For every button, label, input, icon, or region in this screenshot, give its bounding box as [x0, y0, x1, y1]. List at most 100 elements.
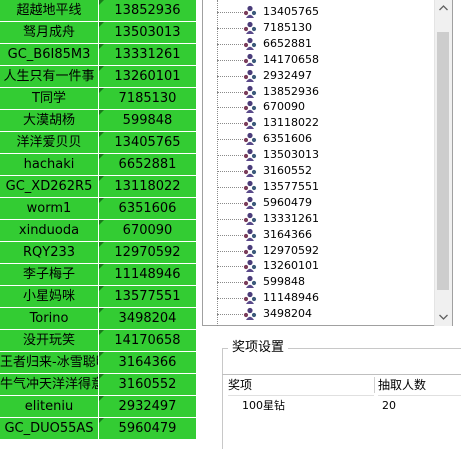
participant-name-cell[interactable]: eliteniu — [0, 396, 99, 417]
participant-name-cell[interactable]: RQY233 — [0, 242, 99, 263]
user-group-icon — [243, 212, 257, 225]
tree-item[interactable]: 13503013 — [203, 147, 435, 163]
participant-id-cell[interactable]: 5960479 — [99, 418, 196, 439]
grid-row[interactable]: 大漠胡杨 599848 — [0, 110, 200, 132]
grid-row[interactable]: 驽月成舟 13503013 — [0, 22, 200, 44]
scrollbar-thumb[interactable] — [437, 32, 449, 290]
tree-item[interactable]: 7185130 — [203, 20, 435, 36]
grid-row[interactable]: GC_DUO55AS 5960479 — [0, 418, 200, 440]
tree-item[interactable]: 13577551 — [203, 179, 435, 195]
participant-id-cell[interactable]: 11148946 — [99, 264, 196, 285]
column-header-count[interactable]: 抽取人数 — [378, 375, 461, 396]
tree-item[interactable]: 3164366 — [203, 227, 435, 243]
header-divider — [374, 377, 375, 393]
grid-row[interactable]: 李子梅子 11148946 — [0, 264, 200, 286]
participant-id-cell[interactable]: 3160552 — [99, 374, 196, 395]
participant-id-cell[interactable]: 14170658 — [99, 330, 196, 351]
participant-name-cell[interactable]: 超越地平线 — [0, 0, 99, 21]
grid-row[interactable]: 牛气冲天洋洋得意 3160552 — [0, 374, 200, 396]
participant-id-cell[interactable]: 13503013 — [99, 22, 196, 43]
tree-item-label: 3498204 — [263, 307, 312, 321]
participant-id-cell[interactable]: 13260101 — [99, 66, 196, 87]
participant-name-cell[interactable]: T同学 — [0, 88, 99, 109]
participant-id-cell[interactable]: 3164366 — [99, 352, 196, 373]
tree-item[interactable]: 2932497 — [203, 68, 435, 84]
grid-row[interactable]: 没开玩笑 14170658 — [0, 330, 200, 352]
participant-name-cell[interactable]: 大漠胡杨 — [0, 110, 99, 131]
tree-item[interactable]: 670090 — [203, 99, 435, 115]
grid-row[interactable]: 洋洋爱贝贝 13405765 — [0, 132, 200, 154]
grid-row[interactable]: Torino 3498204 — [0, 308, 200, 330]
tree-item[interactable]: 13405765 — [203, 4, 435, 20]
tree-item[interactable]: 13852936 — [203, 84, 435, 100]
participant-id-cell[interactable]: 670090 — [99, 220, 196, 241]
tree-item[interactable]: 14170658 — [203, 52, 435, 68]
tree-item[interactable]: 13118022 — [203, 115, 435, 131]
tree-item[interactable]: 11148946 — [203, 290, 435, 306]
participant-name-cell[interactable]: 李子梅子 — [0, 264, 99, 285]
participant-name-cell[interactable]: GC_B6I85M3 — [0, 44, 99, 65]
tree-item[interactable]: 6652881 — [203, 36, 435, 52]
participant-id-cell[interactable]: 13405765 — [99, 132, 196, 153]
participant-name-cell[interactable]: 牛气冲天洋洋得意 — [0, 374, 99, 395]
grid-row[interactable]: GC_B6I85M3 13331261 — [0, 44, 200, 66]
participant-id-cell[interactable]: 599848 — [99, 110, 196, 131]
award-settings-group: 奖项设置 奖项 抽取人数 100星钻 20 — [222, 340, 461, 449]
participant-id-cell[interactable]: 2932497 — [99, 396, 196, 417]
grid-row[interactable]: RQY233 12970592 — [0, 242, 200, 264]
user-group-icon — [243, 101, 257, 114]
user-group-icon — [243, 164, 257, 177]
grid-row[interactable]: xinduoda 670090 — [0, 220, 200, 242]
participant-id-cell[interactable]: 13577551 — [99, 286, 196, 307]
scroll-down-button[interactable] — [435, 309, 452, 326]
grid-row[interactable]: 超越地平线 13852936 — [0, 0, 200, 22]
grid-row[interactable]: T同学 7185130 — [0, 88, 200, 110]
participant-name-cell[interactable]: xinduoda — [0, 220, 99, 241]
scroll-up-button[interactable] — [435, 0, 452, 17]
grid-row[interactable]: hachaki 6652881 — [0, 154, 200, 176]
participant-id-cell[interactable]: 3498204 — [99, 308, 196, 329]
participant-name-cell[interactable]: 王者归来-冰雪聪明 — [0, 352, 99, 373]
chevron-down-icon — [439, 314, 448, 320]
participant-id-cell[interactable]: 13331261 — [99, 44, 196, 65]
grid-row[interactable]: GC_XD262R5 13118022 — [0, 176, 200, 198]
participant-id-cell[interactable]: 12970592 — [99, 242, 196, 263]
grid-row[interactable]: worm1 6351606 — [0, 198, 200, 220]
column-header-prize[interactable]: 奖项 — [228, 375, 374, 396]
participant-name-cell[interactable]: worm1 — [0, 198, 99, 219]
user-group-icon — [243, 21, 257, 34]
tree-item[interactable]: 12970592 — [203, 243, 435, 259]
participant-id-cell[interactable]: 6351606 — [99, 198, 196, 219]
participant-id-cell[interactable]: 13852936 — [99, 0, 196, 21]
award-table[interactable]: 奖项 抽取人数 100星钻 20 — [222, 374, 461, 445]
grid-row[interactable]: eliteniu 2932497 — [0, 396, 200, 418]
participant-name-cell[interactable]: 没开玩笑 — [0, 330, 99, 351]
tree-item[interactable]: 3498204 — [203, 306, 435, 322]
grid-row[interactable]: 人生只有一件事 13260101 — [0, 66, 200, 88]
participant-name-cell[interactable]: 驽月成舟 — [0, 22, 99, 43]
id-tree-list[interactable]: 13405765 7185130 6652881 14170658 2932497 138… — [202, 0, 453, 326]
participant-name-cell[interactable]: 洋洋爱贝贝 — [0, 132, 99, 153]
tree-item[interactable]: 13331261 — [203, 211, 435, 227]
participant-id-cell[interactable]: 6652881 — [99, 154, 196, 175]
vertical-scrollbar[interactable] — [434, 0, 452, 326]
award-count-cell[interactable]: 20 — [382, 397, 442, 415]
participant-name-cell[interactable]: GC_XD262R5 — [0, 176, 99, 197]
tree-item[interactable]: 13260101 — [203, 258, 435, 274]
participant-id-cell[interactable]: 7185130 — [99, 88, 196, 109]
tree-item[interactable]: 3160552 — [203, 163, 435, 179]
tree-item[interactable]: 5960479 — [203, 195, 435, 211]
tree-connector — [217, 59, 243, 61]
participant-id-cell[interactable]: 13118022 — [99, 176, 196, 197]
award-prize-cell[interactable]: 100星钻 — [242, 397, 362, 415]
participant-name-cell[interactable]: Torino — [0, 308, 99, 329]
participant-name-cell[interactable]: 人生只有一件事 — [0, 66, 99, 87]
participant-name-cell[interactable]: hachaki — [0, 154, 99, 175]
tree-item[interactable]: 6351606 — [203, 131, 435, 147]
tree-item[interactable]: 599848 — [203, 274, 435, 290]
grid-row[interactable]: 王者归来-冰雪聪明 3164366 — [0, 352, 200, 374]
participant-name-cell[interactable]: 小星妈咪 — [0, 286, 99, 307]
participant-name-cell[interactable]: GC_DUO55AS — [0, 418, 99, 439]
tree-connector — [217, 234, 243, 236]
grid-row[interactable]: 小星妈咪 13577551 — [0, 286, 200, 308]
